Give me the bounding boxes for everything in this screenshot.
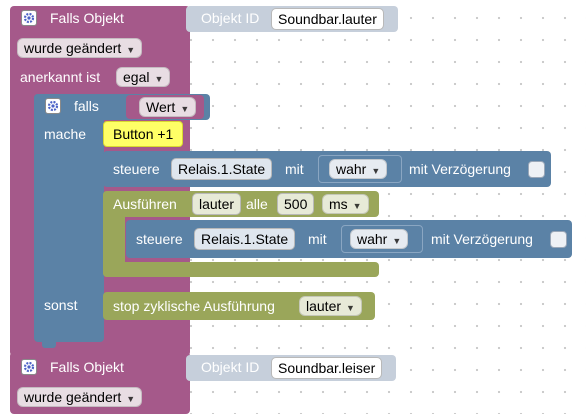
delay-label: mit Verzögerung — [431, 231, 533, 247]
every-label: alle — [246, 196, 268, 212]
triangle-down-icon: ▼ — [352, 201, 362, 211]
trigger-title: Falls Objekt — [50, 10, 124, 26]
trigger-title: Falls Objekt — [50, 359, 124, 375]
object-field[interactable]: Relais.1.State — [171, 158, 273, 180]
wert-dropdown[interactable]: Wert ▼ — [139, 97, 197, 117]
with-label: mit — [285, 161, 304, 177]
ack-dropdown[interactable]: egal ▼ — [116, 67, 171, 87]
stop-label: stop zyklische Ausführung — [113, 298, 275, 314]
delay-checkbox[interactable] — [528, 161, 545, 178]
gear-icon[interactable] — [21, 10, 37, 26]
gear-icon[interactable] — [45, 98, 61, 114]
do-label: mache — [44, 126, 87, 142]
interval-block-footer — [103, 262, 379, 277]
delay-checkbox[interactable] — [550, 231, 567, 248]
trigger-block-1-body — [10, 87, 32, 347]
unit-dropdown[interactable]: ms ▼ — [322, 194, 369, 214]
triangle-down-icon: ▼ — [346, 303, 355, 313]
object-field[interactable]: Relais.1.State — [194, 228, 296, 250]
with-label: mit — [308, 231, 327, 247]
comment-text: Button +1 — [113, 126, 174, 142]
object-id-label: Objekt ID — [201, 359, 260, 375]
value-dropdown[interactable]: wahr ▼ — [350, 229, 409, 249]
condition-dropdown[interactable]: wurde geändert ▼ — [17, 38, 143, 58]
interval-label: Ausführen — [113, 196, 177, 212]
triangle-down-icon: ▼ — [126, 394, 136, 404]
value-dropdown[interactable]: wahr ▼ — [329, 159, 388, 179]
interval-number-field[interactable]: 500 — [277, 193, 315, 215]
object-id-field[interactable]: Soundbar.leiser — [271, 357, 383, 379]
triangle-down-icon: ▼ — [126, 45, 136, 55]
object-id-label: Objekt ID — [201, 10, 260, 26]
delay-label: mit Verzögerung — [409, 161, 511, 177]
triangle-down-icon: ▼ — [154, 74, 164, 84]
if-block-notch — [42, 342, 56, 348]
else-label: sonst — [44, 297, 78, 313]
triangle-down-icon: ▼ — [180, 104, 190, 114]
control-label: steuere — [136, 231, 183, 247]
triangle-down-icon: ▼ — [371, 166, 381, 176]
interval-name-field[interactable]: lauter — [192, 193, 242, 215]
gear-icon[interactable] — [21, 359, 37, 375]
object-id-field[interactable]: Soundbar.lauter — [271, 8, 384, 30]
if-label: falls — [74, 98, 99, 114]
condition-dropdown[interactable]: wurde geändert ▼ — [17, 387, 143, 407]
ack-label: anerkannt ist — [20, 69, 101, 85]
stop-name-dropdown[interactable]: lauter ▼ — [299, 296, 362, 316]
control-label: steuere — [113, 161, 160, 177]
triangle-down-icon: ▼ — [392, 236, 402, 246]
